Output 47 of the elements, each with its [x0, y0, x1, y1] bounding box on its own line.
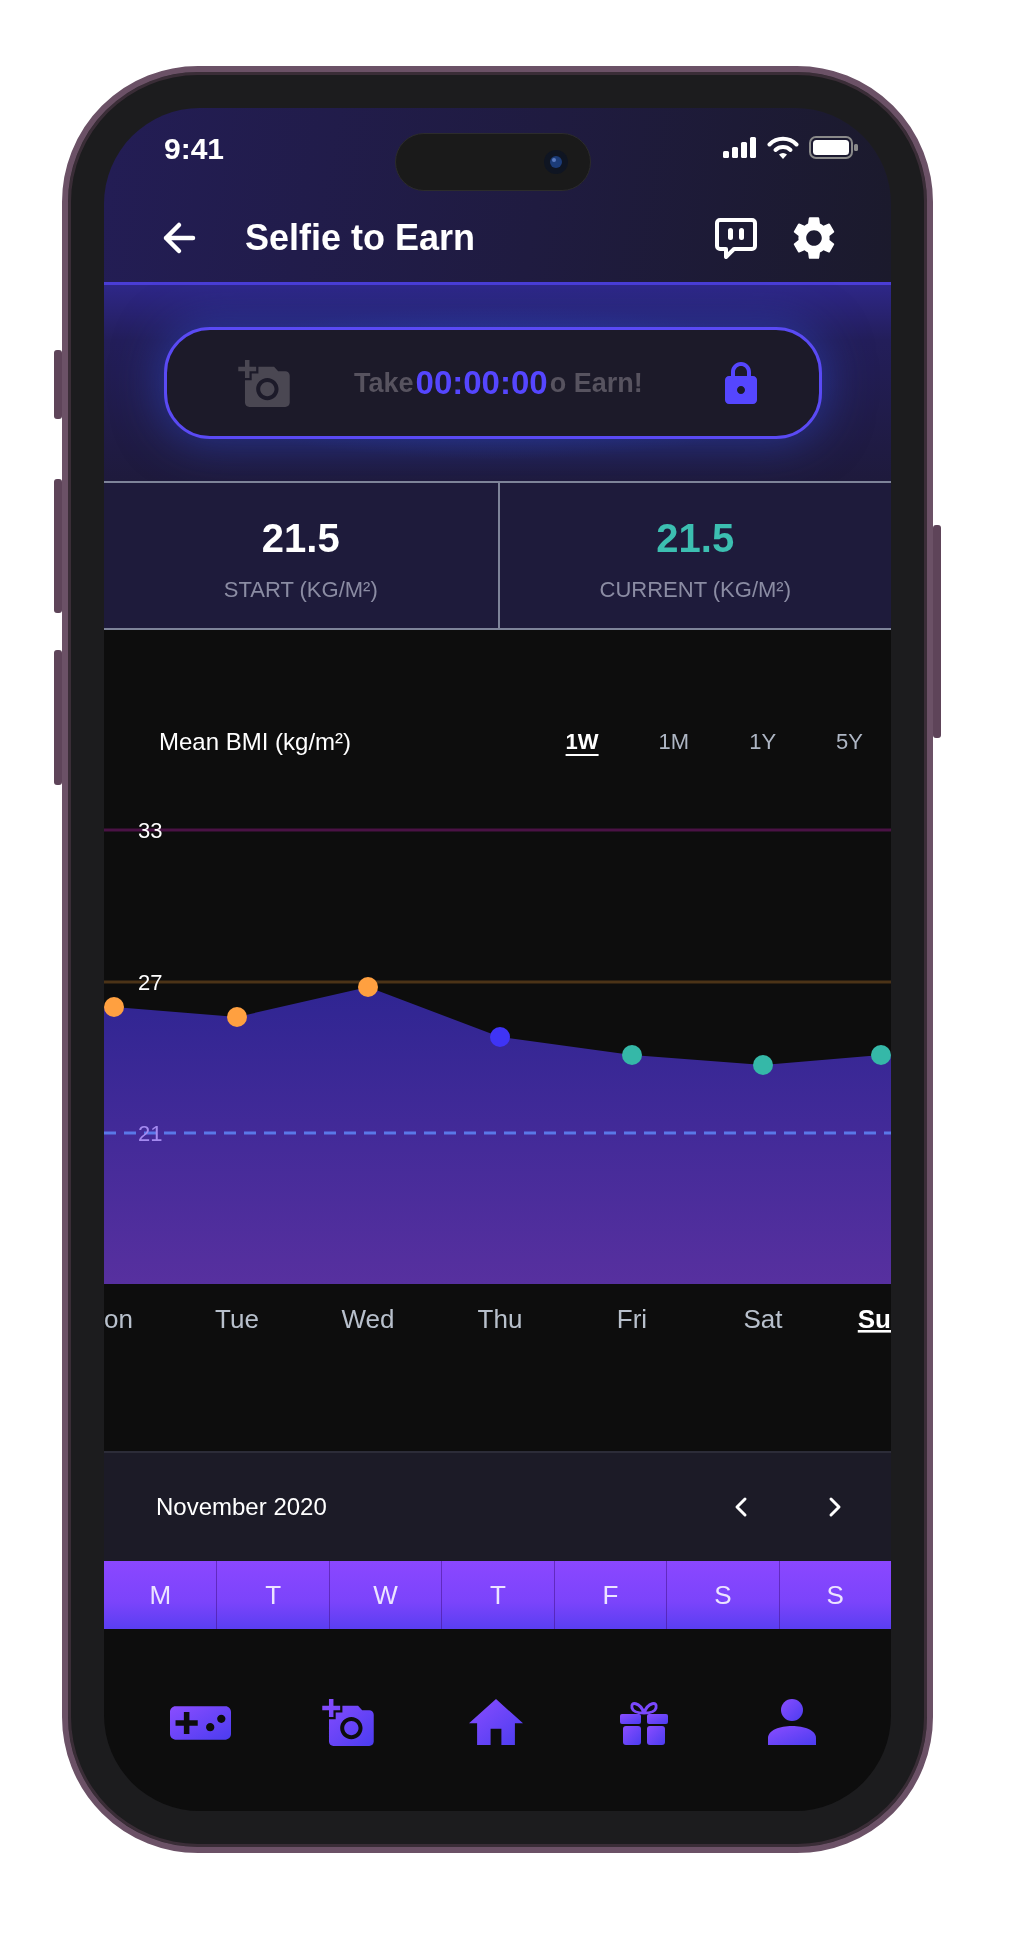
reference-line-label: 21 [138, 1121, 163, 1146]
day-label[interactable]: Sat [743, 1304, 783, 1334]
reference-line-label: 27 [138, 970, 163, 995]
range-tab[interactable]: 1M [656, 727, 692, 757]
wifi-icon [767, 136, 799, 159]
day-label[interactable]: Tue [215, 1304, 259, 1334]
stat-value: 21.5 [656, 516, 735, 560]
status-time: 9:41 [164, 134, 225, 164]
back-arrow-icon[interactable] [162, 221, 196, 255]
range-tab[interactable]: 1W [563, 727, 601, 757]
button-label: o Earn! [549, 367, 643, 399]
game-controller-icon[interactable] [169, 1706, 231, 1740]
day-label[interactable]: Fri [616, 1304, 648, 1334]
button-label: Take [354, 367, 414, 399]
weekday-label: W [373, 1579, 398, 1611]
chevron-left-icon[interactable] [734, 1496, 748, 1518]
day-label[interactable]: on [104, 1304, 133, 1334]
gift-icon[interactable] [620, 1699, 668, 1745]
range-tab[interactable]: 1Y [747, 727, 779, 757]
stat-label: START (KG/M²) [223, 577, 378, 603]
weekday-label: S [714, 1579, 732, 1611]
chat-bubble-icon[interactable] [715, 217, 757, 259]
battery-icon [809, 136, 858, 159]
person-icon[interactable] [768, 1699, 816, 1745]
reference-line-label: 33 [138, 818, 163, 843]
weekday-label: T [265, 1579, 282, 1611]
stat-value: 21.5 [261, 516, 340, 560]
signal-icon [723, 137, 757, 158]
stat-label: CURRENT (KG/M²) [599, 577, 791, 603]
weekday-label: S [826, 1579, 844, 1611]
month-label: November 2020 [156, 1493, 327, 1521]
day-label[interactable]: Su [857, 1304, 891, 1334]
chart-title: Mean BMI (kg/m²) [159, 728, 352, 756]
day-label[interactable]: Wed [341, 1304, 395, 1334]
countdown-timer: 00:00:00 [415, 364, 548, 402]
weekday-label: T [490, 1579, 506, 1611]
lens-icon [544, 150, 568, 174]
settings-icon[interactable] [793, 217, 835, 259]
weekday-label: F [602, 1579, 619, 1611]
home-icon[interactable] [469, 1699, 523, 1745]
screen-title: Selfie to Earn [245, 217, 476, 259]
chevron-right-icon[interactable] [828, 1496, 842, 1518]
range-tab[interactable]: 5Y [834, 727, 865, 757]
day-label[interactable]: Thu [477, 1304, 523, 1334]
camera-plus-icon [238, 359, 290, 407]
camera-plus-icon[interactable] [322, 1699, 374, 1746]
weekday-label: M [149, 1579, 172, 1611]
